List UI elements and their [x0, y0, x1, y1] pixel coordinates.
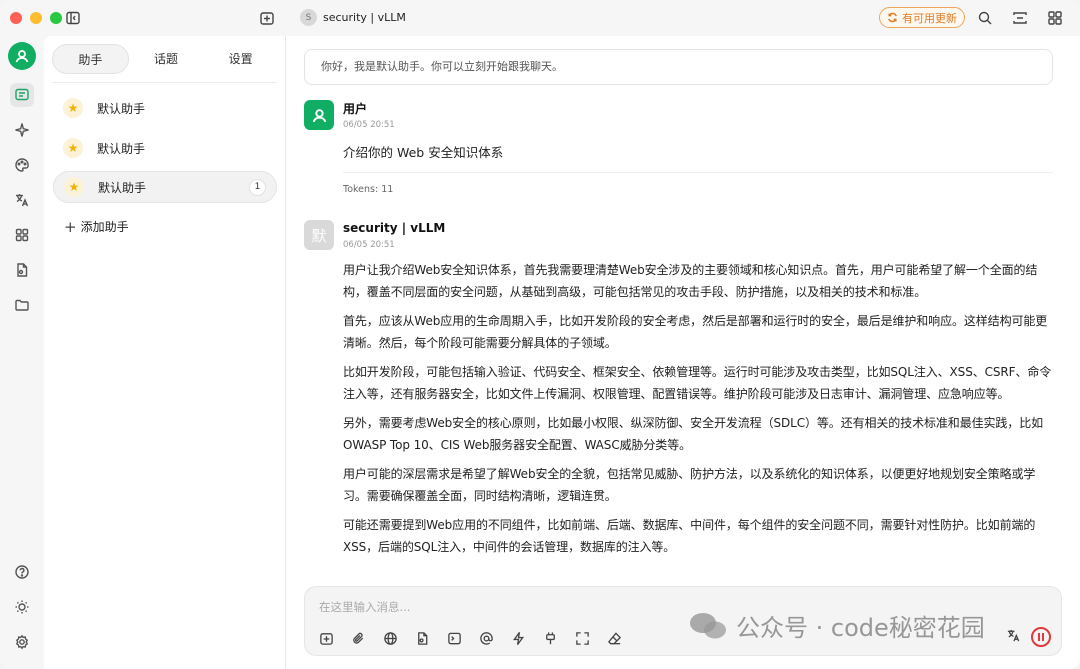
assistant-name: 默认助手	[97, 141, 146, 156]
window-controls	[10, 12, 62, 24]
chat-area: 你好，我是默认助手。你可以立刻开始跟我聊天。 用户 06/05 20:51 介绍…	[286, 36, 1080, 669]
assistant-item[interactable]: ★ 默认助手	[53, 92, 277, 124]
bot-paragraph: 用户让我介绍Web安全知识体系，首先我需要理清楚Web安全涉及的主要领域和核心知…	[343, 263, 1038, 299]
user-message-name: 用户	[343, 102, 368, 116]
assistant-name: 默认助手	[97, 101, 146, 116]
user-message-time: 06/05 20:51	[343, 120, 395, 130]
bot-message-avatar: 默	[304, 220, 334, 250]
code-terminal-icon[interactable]	[445, 629, 463, 647]
pause-generation-button[interactable]	[1031, 627, 1051, 647]
bot-paragraph: 可能还需要提到Web应用的不同组件，比如前端、后端、数据库、中间件，每个组件的安…	[343, 518, 1036, 554]
sidebar-tabs: 助手 话题 设置	[52, 44, 278, 74]
input-toolbar	[317, 629, 623, 647]
tab-topics[interactable]: 话题	[129, 44, 204, 74]
user-avatar[interactable]	[8, 42, 36, 70]
search-icon[interactable]	[976, 9, 994, 27]
message-divider	[343, 172, 1053, 173]
theme-sun-icon[interactable]	[10, 595, 34, 619]
clear-eraser-icon[interactable]	[605, 629, 623, 647]
rail-folder-icon[interactable]	[10, 293, 34, 317]
mention-at-icon[interactable]	[477, 629, 495, 647]
expand-fullscreen-icon[interactable]	[573, 629, 591, 647]
toggle-sidebar-icon[interactable]	[64, 9, 82, 27]
maximize-window-button[interactable]	[50, 12, 62, 24]
watermark-text: 公众号 · code秘密花园	[736, 614, 985, 642]
bot-paragraph: 用户可能的深层需求是希望了解Web安全的全貌，包括常见威胁、防护方法，以及系统化…	[343, 467, 1036, 503]
topic-count-badge: 1	[249, 179, 266, 196]
assistant-sidebar: 助手 话题 设置 ★ 默认助手 ★ 默认助手 ★ 默认助手 1 + 添加助手	[44, 36, 286, 669]
user-message-avatar	[304, 100, 334, 130]
tab-settings[interactable]: 设置	[203, 44, 278, 74]
attachment-paperclip-icon[interactable]	[349, 629, 367, 647]
new-topic-icon[interactable]	[258, 9, 276, 27]
wechat-logo-icon	[688, 611, 728, 641]
add-assistant-button[interactable]: + 添加助手	[64, 218, 129, 235]
rail-paint-palette-icon[interactable]	[10, 153, 34, 177]
token-count: Tokens: 11	[343, 184, 394, 195]
send-controls	[1006, 627, 1051, 647]
assistant-item-selected[interactable]: ★ 默认助手 1	[53, 171, 277, 203]
bot-message-time: 06/05 20:51	[343, 240, 395, 250]
apps-grid-icon[interactable]	[1046, 9, 1064, 27]
user-icon	[312, 108, 326, 122]
bot-paragraph: 比如开发阶段，可能包括输入验证、代码安全、框架安全、依赖管理等。运行时可能涉及攻…	[343, 365, 1052, 401]
title-avatar: S	[300, 9, 317, 26]
bot-message-name: security | vLLM	[343, 221, 446, 235]
update-label: 有可用更新	[902, 11, 957, 25]
settings-gear-icon[interactable]	[10, 630, 34, 654]
assistant-item[interactable]: ★ 默认助手	[53, 132, 277, 164]
rail-chat-icon[interactable]	[10, 83, 34, 107]
rail-files-icon[interactable]	[10, 258, 34, 282]
help-icon[interactable]	[10, 560, 34, 584]
watermark: 公众号 · code秘密花园	[688, 608, 985, 643]
nav-rail	[0, 36, 44, 669]
window-title: S security | vLLM	[300, 9, 406, 26]
close-window-button[interactable]	[10, 12, 22, 24]
quick-phrase-lightning-icon[interactable]	[509, 629, 527, 647]
minimize-window-button[interactable]	[30, 12, 42, 24]
rail-translate-icon[interactable]	[10, 188, 34, 212]
web-search-globe-icon[interactable]	[381, 629, 399, 647]
refresh-icon	[888, 12, 897, 23]
tabs-divider	[52, 82, 277, 83]
bot-paragraph: 首先，应该从Web应用的生命周期入手，比如开发阶段的安全考虑，然后是部署和运行时…	[343, 314, 1048, 350]
mcp-plug-icon[interactable]	[541, 629, 559, 647]
layout-icon[interactable]	[1011, 9, 1029, 27]
knowledge-file-icon[interactable]	[413, 629, 431, 647]
user-message-text: 介绍你的 Web 安全知识体系	[343, 145, 504, 160]
plus-icon: +	[64, 217, 77, 236]
new-topic-icon[interactable]	[317, 629, 335, 647]
tab-assistants[interactable]: 助手	[52, 44, 129, 74]
update-available-button[interactable]: 有可用更新	[879, 7, 965, 28]
welcome-message: 你好，我是默认助手。你可以立刻开始跟我聊天。	[304, 49, 1053, 85]
assistant-star-icon: ★	[63, 98, 83, 118]
rail-apps-icon[interactable]	[10, 223, 34, 247]
assistant-star-icon: ★	[63, 138, 83, 158]
assistant-name: 默认助手	[98, 180, 147, 195]
translate-icon[interactable]	[1006, 628, 1021, 646]
bot-message-body: 用户让我介绍Web安全知识体系，首先我需要理清楚Web安全涉及的主要领域和核心知…	[343, 260, 1055, 566]
assistant-star-icon: ★	[64, 177, 84, 197]
title-bar: S security | vLLM 有可用更新	[0, 0, 1080, 36]
window-title-text: security | vLLM	[323, 11, 406, 24]
app-window: S security | vLLM 有可用更新 助手 话题 设置 ★ 默认助手 …	[0, 0, 1080, 669]
message-input[interactable]: 在这里输入消息...	[319, 599, 410, 615]
rail-agents-sparkle-icon[interactable]	[10, 118, 34, 142]
add-assistant-label: 添加助手	[80, 220, 129, 234]
bot-paragraph: 另外，需要考虑Web安全的核心原则，比如最小权限、纵深防御、安全开发流程（SDL…	[343, 416, 1043, 452]
